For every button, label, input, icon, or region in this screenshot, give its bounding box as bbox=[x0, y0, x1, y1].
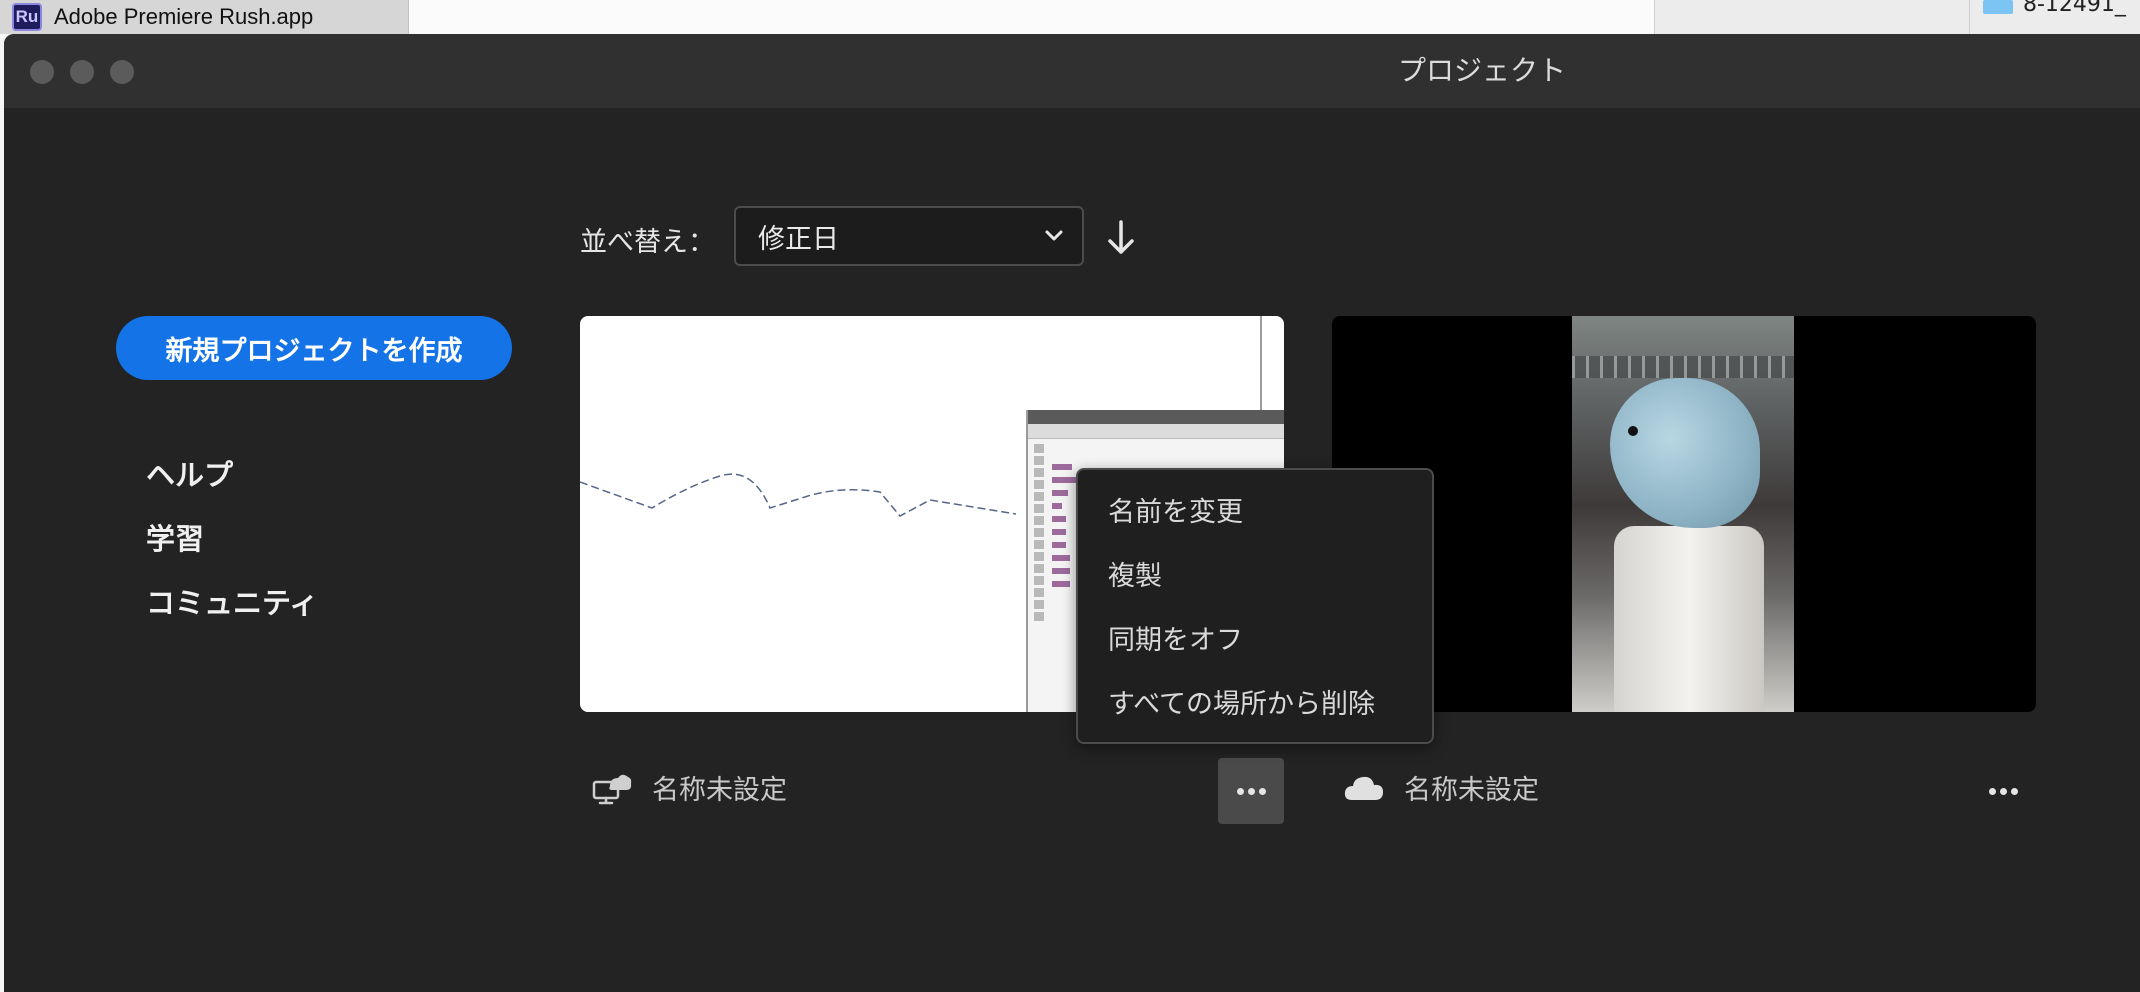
project-context-menu: 名前を変更 複製 同期をオフ すべての場所から削除 bbox=[1076, 468, 1434, 744]
sidebar-link-help[interactable]: ヘルプ bbox=[146, 452, 233, 494]
folder-icon bbox=[1983, 0, 2013, 14]
code-editor-bar bbox=[1028, 410, 1284, 424]
project-more-button-1[interactable] bbox=[1218, 758, 1284, 824]
app-window: プロジェクト 新規プロジェクトを作成 ヘルプ 学習 コミュニティ 並べ替え： 修… bbox=[4, 34, 2140, 992]
project-name-2[interactable]: 名称未設定 bbox=[1404, 768, 1539, 807]
code-editor-line-numbers bbox=[1034, 444, 1044, 624]
code-editor-tabs bbox=[1028, 424, 1284, 439]
menu-item-delete-everywhere[interactable]: すべての場所から削除 bbox=[1108, 682, 1375, 721]
arrow-down-icon[interactable] bbox=[1104, 218, 1138, 258]
parrot-eye bbox=[1628, 426, 1638, 436]
finder-item-name: 8-12491_ bbox=[2023, 0, 2126, 17]
thumbnail-edge bbox=[1260, 316, 1262, 410]
project-more-button-2[interactable] bbox=[1970, 758, 2036, 824]
project-name-1[interactable]: 名称未設定 bbox=[652, 768, 787, 807]
sort-select[interactable]: 修正日 bbox=[734, 206, 1084, 266]
menu-item-sync-off[interactable]: 同期をオフ bbox=[1108, 618, 1243, 657]
new-project-button[interactable]: 新規プロジェクトを作成 bbox=[116, 316, 512, 380]
background-finder-window: 8-12491_ bbox=[1654, 0, 2140, 34]
cloud-icon bbox=[1344, 776, 1383, 800]
desktop-cloud-icon bbox=[592, 774, 632, 805]
menu-item-rename[interactable]: 名前を変更 bbox=[1108, 490, 1243, 529]
project-thumbnail-2[interactable] bbox=[1332, 316, 2036, 712]
taskbar-app-item[interactable]: Ru Adobe Premiere Rush.app bbox=[0, 0, 409, 34]
title-wrap: プロジェクト bbox=[4, 34, 2140, 108]
code-editor-lines bbox=[1052, 464, 1076, 594]
parrot-photo bbox=[1572, 316, 1794, 712]
sort-select-value: 修正日 bbox=[758, 223, 839, 255]
sort-label: 並べ替え： bbox=[580, 227, 715, 258]
taskbar-app-title: Adobe Premiere Rush.app bbox=[54, 4, 314, 29]
parrot bbox=[1610, 378, 1760, 528]
finder-divider bbox=[1969, 0, 1970, 34]
title-bar: プロジェクト bbox=[4, 34, 2140, 108]
chevron-down-icon bbox=[1045, 230, 1063, 241]
sidebar-link-community[interactable]: コミュニティ bbox=[146, 580, 318, 622]
sidebar-link-learn[interactable]: 学習 bbox=[146, 516, 204, 558]
window-title: プロジェクト bbox=[1397, 54, 1566, 87]
premiere-rush-app-icon: Ru bbox=[12, 3, 42, 31]
paper-towel-roll bbox=[1614, 526, 1764, 712]
thumbnail-line-drawing bbox=[580, 473, 1017, 517]
wire-rack bbox=[1572, 356, 1794, 378]
menu-item-duplicate[interactable]: 複製 bbox=[1108, 554, 1162, 593]
